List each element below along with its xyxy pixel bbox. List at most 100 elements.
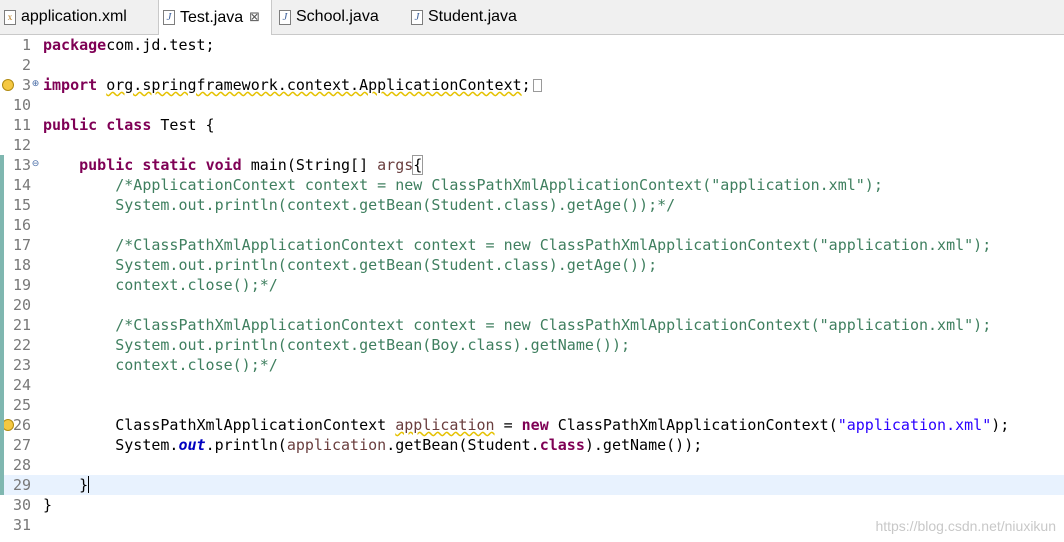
collapsed-imports-marker[interactable]: [532, 79, 542, 92]
line-number: 12: [12, 136, 31, 154]
code-token: out: [178, 436, 206, 454]
code-token: {: [412, 155, 424, 175]
code-token: com.jd.test;: [106, 36, 215, 54]
code-line[interactable]: 30}: [0, 495, 1064, 515]
code-text: import org.springframework.context.Appli…: [43, 75, 542, 95]
tab-student-java[interactable]: J Student.java: [407, 0, 547, 34]
code-line[interactable]: 18 System.out.println(context.getBean(St…: [0, 255, 1064, 275]
code-token: }: [43, 496, 53, 514]
code-token: /*ClassPathXmlApplicationContext context…: [115, 316, 992, 334]
code-token: =: [494, 416, 522, 434]
text-cursor: [88, 476, 90, 493]
code-line[interactable]: 19 context.close();*/: [0, 275, 1064, 295]
code-line[interactable]: 3 ⊕ import org.springframework.context.App…: [0, 75, 1064, 95]
code-line[interactable]: 25: [0, 395, 1064, 415]
code-token: Test {: [151, 116, 215, 134]
code-token: context.close();*/: [115, 276, 278, 294]
code-line[interactable]: 26 ClassPathXmlApplicationContext applic…: [0, 415, 1064, 435]
code-line[interactable]: 13 ⊖ public static void main(String[] arg…: [0, 155, 1064, 175]
code-line[interactable]: 22 System.out.println(context.getBean(Bo…: [0, 335, 1064, 355]
code-line[interactable]: 2: [0, 55, 1064, 75]
code-text: }: [43, 495, 52, 515]
code-token: System.out.println(context.getBean(Stude…: [115, 256, 658, 274]
watermark: https://blog.csdn.net/niuxikun: [875, 518, 1056, 534]
code-line[interactable]: 21 /*ClassPathXmlApplicationContext cont…: [0, 315, 1064, 335]
close-icon[interactable]: ⊠: [249, 10, 260, 25]
code-text: System.out.println(context.getBean(Stude…: [43, 255, 657, 275]
code-editor[interactable]: 1 packagecom.jd.test; 2 3 ⊕ import org.spring…: [0, 35, 1064, 542]
code-line[interactable]: 16: [0, 215, 1064, 235]
line-number: 21: [12, 316, 31, 334]
java-file-icon: J: [163, 10, 175, 25]
tab-label: Test.java: [180, 8, 244, 26]
code-line[interactable]: 10: [0, 95, 1064, 115]
code-token: new: [521, 416, 549, 434]
code-line[interactable]: 27 System.out.println(application.getBea…: [0, 435, 1064, 455]
line-number: 15: [12, 196, 31, 214]
code-token: ;: [521, 76, 531, 94]
code-token: "application.xml": [837, 416, 992, 434]
code-line[interactable]: 24: [0, 375, 1064, 395]
line-number: 11: [12, 116, 31, 134]
line-number: 29: [12, 476, 31, 494]
tab-application-xml[interactable]: x application.xml: [0, 0, 157, 34]
line-number: 1: [21, 36, 31, 54]
code-text: context.close();*/: [43, 355, 278, 375]
line-number: 17: [12, 236, 31, 254]
java-file-icon: J: [411, 9, 423, 25]
code-token: ).getName());: [584, 436, 703, 454]
code-line[interactable]: 14 /*ApplicationContext context = new Cl…: [0, 175, 1064, 195]
line-number: 16: [12, 216, 31, 234]
editor-tab-bar: x application.xml J Test.java ⊠ J School…: [0, 0, 1064, 35]
code-token: void: [205, 156, 242, 174]
code-line[interactable]: 11 public class Test {: [0, 115, 1064, 135]
code-token: System.: [43, 436, 179, 454]
line-number: 28: [12, 456, 31, 474]
tab-label: application.xml: [21, 8, 127, 25]
line-number: 23: [12, 356, 31, 374]
line-number: 30: [12, 496, 31, 514]
xml-file-icon: x: [4, 9, 16, 25]
tab-school-java[interactable]: J School.java: [275, 0, 405, 34]
line-number: 20: [12, 296, 31, 314]
code-token: /*ClassPathXmlApplicationContext context…: [115, 236, 992, 254]
code-token: public: [43, 116, 98, 134]
code-text: System.out.println(context.getBean(Stude…: [43, 195, 675, 215]
code-token: application: [286, 436, 387, 454]
code-text: public class Test {: [43, 115, 215, 135]
code-line[interactable]: 12: [0, 135, 1064, 155]
line-number: 24: [12, 376, 31, 394]
code-line[interactable]: 20: [0, 295, 1064, 315]
code-token: package: [43, 36, 107, 54]
code-line[interactable]: 23 context.close();*/: [0, 355, 1064, 375]
code-text: packagecom.jd.test;: [43, 35, 215, 55]
code-line[interactable]: 15 System.out.println(context.getBean(St…: [0, 195, 1064, 215]
code-line[interactable]: 17 /*ClassPathXmlApplicationContext cont…: [0, 235, 1064, 255]
line-number: 27: [12, 436, 31, 454]
code-token: /*ApplicationContext context = new Class…: [115, 176, 883, 194]
code-line[interactable]: 28: [0, 455, 1064, 475]
line-number: 14: [12, 176, 31, 194]
code-token: class: [539, 436, 585, 454]
collapse-fold-icon[interactable]: ⊖: [31, 160, 40, 169]
tab-label: Student.java: [428, 8, 517, 25]
code-token: public: [79, 156, 134, 174]
code-line[interactable]: 1 packagecom.jd.test;: [0, 35, 1064, 55]
tab-test-java[interactable]: J Test.java ⊠: [158, 0, 272, 35]
code-line[interactable]: 29 }: [0, 475, 1064, 495]
code-token: }: [43, 476, 89, 494]
code-token: .getBean(Student.: [386, 436, 540, 454]
line-number: 25: [12, 396, 31, 414]
expand-fold-icon[interactable]: ⊕: [31, 80, 40, 89]
warning-icon[interactable]: [2, 79, 14, 91]
line-number: 31: [12, 516, 31, 534]
